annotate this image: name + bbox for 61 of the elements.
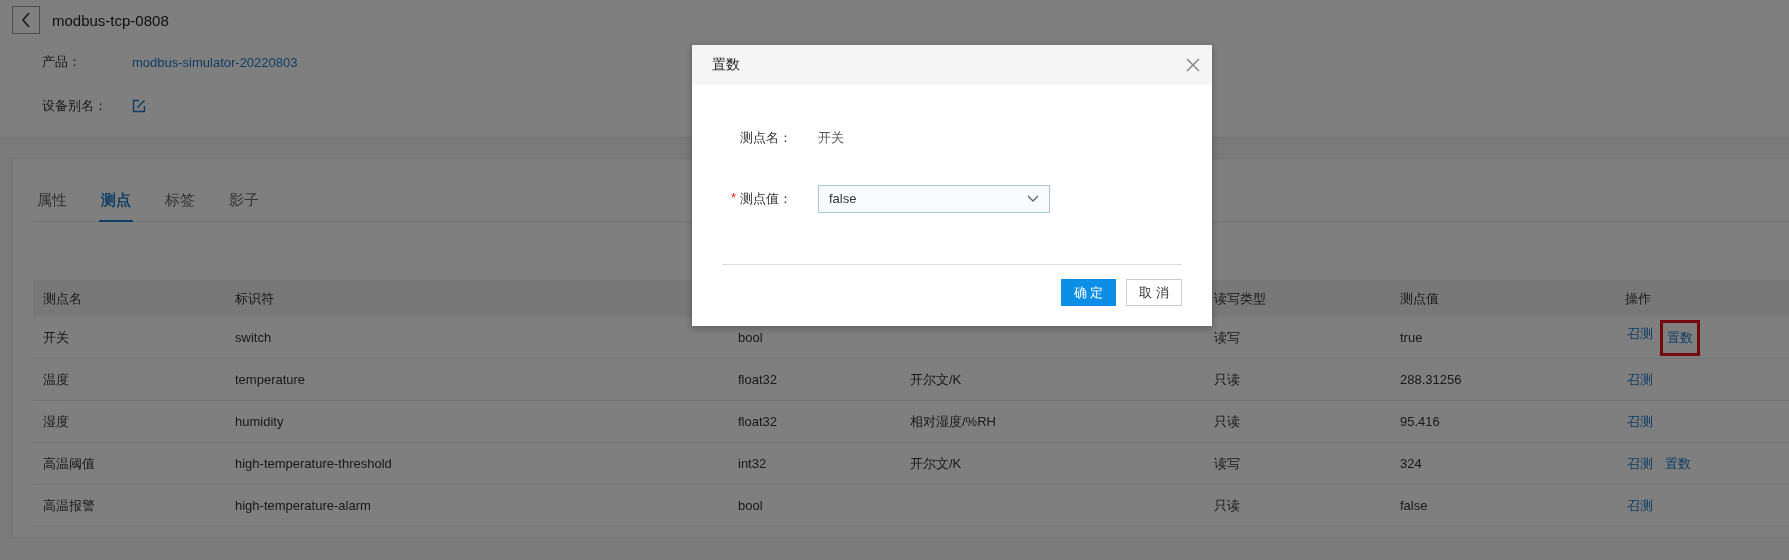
column-header: 标识符 [235,290,274,306]
table-cell: 温度 [43,371,69,387]
table-cell: bool [738,330,763,345]
table-cell: float32 [738,414,778,429]
table-cell: 只读 [1214,497,1240,513]
table-cell: 开关 [43,329,69,345]
device-title: modbus-tcp-0808 [52,11,169,29]
table-cell: 开尔文/K [910,371,962,387]
close-icon[interactable] [1186,58,1200,72]
field-value: 开关 [818,128,844,147]
table-cell: 高温报警 [43,497,95,513]
column-header: 测点值 [1400,290,1439,306]
column-header: 操作 [1625,289,1651,308]
table-cell: int32 [738,456,767,471]
table-cell: 开尔文/K [910,455,962,471]
edit-icon[interactable] [132,99,146,113]
field-label: 设备别名： [42,97,108,115]
table-cell: 只读 [1214,413,1240,429]
confirm-button[interactable]: 确 定 [1060,279,1117,306]
tab[interactable]: 标签 [163,191,197,222]
table-cell: 读写 [1214,455,1240,471]
action-link[interactable]: 召测 [1625,368,1655,391]
table-cell: 只读 [1214,371,1240,387]
product-link[interactable]: modbus-simulator-20220803 [132,54,298,70]
table-cell: 288.31256 [1400,372,1462,387]
chevron-left-icon [21,12,31,28]
tab[interactable]: 影子 [227,191,261,222]
action-link[interactable]: 置数 [1663,322,1697,353]
action-link[interactable]: 召测 [1625,322,1655,353]
chevron-down-icon [1027,194,1039,203]
table-cell: true [1400,330,1423,345]
table-cell: 95.416 [1400,414,1440,429]
required-asterisk: * [730,189,736,207]
table-cell: humidity [235,414,284,429]
table-cell: 相对湿度/%RH [910,413,996,429]
field-label: 测点值： [740,189,793,208]
table-cell: 湿度 [43,413,69,429]
table-cell: switch [235,330,272,345]
action-link[interactable]: 置数 [1663,452,1693,475]
tab[interactable]: 测点 [99,191,133,222]
action-link[interactable]: 召测 [1625,494,1655,517]
table-cell: false [1400,498,1428,513]
table-cell: 324 [1400,456,1422,471]
column-header: 测点名 [43,290,82,306]
table-cell: float32 [738,372,778,387]
action-link[interactable]: 召测 [1625,452,1655,475]
back-button[interactable] [12,6,40,34]
table-cell: 读写 [1214,329,1240,345]
table-cell: high-temperature-alarm [235,498,371,513]
column-header: 读写类型 [1214,290,1266,306]
table-cell: bool [738,498,763,513]
tab[interactable]: 属性 [35,191,69,222]
modal-title: 置数 [712,56,740,74]
value-dropdown[interactable]: false [818,184,1050,213]
table-cell: 高温阈值 [43,455,95,471]
field-label: 测点名： [740,128,793,147]
cancel-button[interactable]: 取 消 [1126,279,1182,306]
table-cell: high-temperature-threshold [235,456,392,471]
table-cell: temperature [235,372,306,387]
field-label: 产品： [42,53,82,71]
action-link[interactable]: 召测 [1625,410,1655,433]
